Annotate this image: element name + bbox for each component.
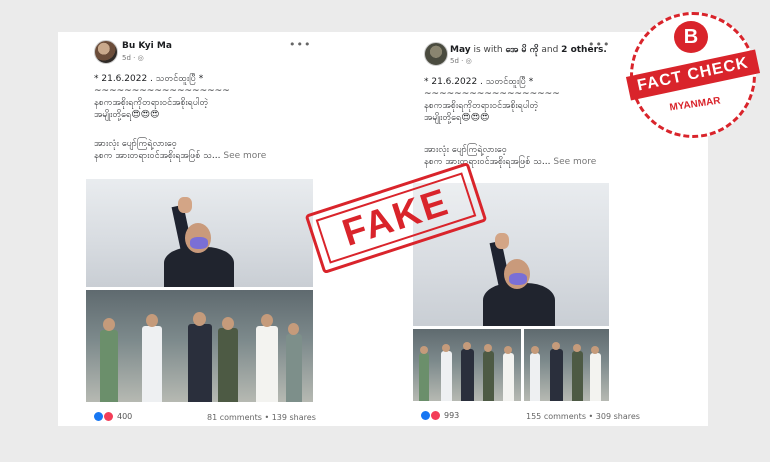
post-text-line: ~~~~~~~~~~~~~~~~~~ bbox=[94, 86, 230, 96]
post-text-line: အားလုံး ပျော်ကြရဲ့လားဝေ့ bbox=[424, 145, 507, 155]
post-text-line: နစက အားတရားဝင်အစိုးရအဖြစ် သ... See more bbox=[424, 157, 597, 167]
post-time[interactable]: 5d · ◎ bbox=[450, 57, 472, 65]
post-photo-group-right[interactable] bbox=[524, 329, 609, 401]
facebook-post-1: Bu Kyi Ma 5d · ◎ ••• * 21.6.2022 . သတင်ထ… bbox=[86, 36, 318, 426]
post-text-line: * 21.6.2022 . သတင်ထူးပြီ * bbox=[94, 74, 204, 84]
post-photo-group[interactable] bbox=[86, 290, 313, 402]
post-text-line: နစကအစိုးရကိုတရားဝင်အစိုးရပါတဲ့ bbox=[424, 101, 539, 111]
post-text-line: နစကအစိုးရကိုတရားဝင်အစိုးရပါတဲ့ bbox=[94, 98, 209, 108]
post-photo-waving[interactable] bbox=[86, 179, 313, 287]
comments-shares[interactable]: 155 comments • 309 shares bbox=[526, 412, 640, 421]
like-icon bbox=[421, 411, 430, 420]
avatar[interactable] bbox=[424, 42, 448, 66]
globe-icon: ◎ bbox=[137, 54, 144, 62]
avatar[interactable] bbox=[94, 40, 118, 64]
see-more-link[interactable]: See more bbox=[553, 157, 596, 167]
reaction-summary[interactable]: 993 bbox=[421, 411, 459, 420]
post-photo-group-left[interactable] bbox=[413, 329, 521, 401]
like-icon bbox=[94, 412, 103, 421]
love-icon bbox=[104, 412, 113, 421]
post-text-line: * 21.6.2022 . သတင်ထူးပြီ * bbox=[424, 77, 534, 87]
post-text-line: အမျိုးတို့ရေ😍😍😍 bbox=[94, 110, 160, 120]
post-text-line: အမျိုးတို့ရေ😍😍😍 bbox=[424, 113, 490, 123]
fact-check-badge: B FACT CHECK MYANMAR bbox=[625, 12, 761, 138]
brand-logo-icon: B bbox=[674, 21, 708, 53]
post-time[interactable]: 5d · ◎ bbox=[122, 54, 144, 62]
more-options-icon[interactable]: ••• bbox=[588, 38, 610, 51]
see-more-link[interactable]: See more bbox=[223, 151, 266, 161]
fact-check-ribbon: FACT CHECK bbox=[625, 49, 761, 101]
post-text-line: နစက အားတရားဝင်အစိုးရအဖြစ် သ... See more bbox=[94, 151, 267, 161]
comments-shares[interactable]: 81 comments • 139 shares bbox=[207, 413, 316, 422]
author-name[interactable]: May is with အေ မိ ကို and 2 others. bbox=[450, 44, 607, 57]
reaction-summary[interactable]: 400 bbox=[94, 412, 132, 421]
author-name[interactable]: Bu Kyi Ma bbox=[122, 41, 172, 51]
love-icon bbox=[431, 411, 440, 420]
post-text-line: ~~~~~~~~~~~~~~~~~~ bbox=[424, 89, 560, 99]
post-text-line: အားလုံး ပျော်ကြရဲ့လားဝေ့ bbox=[94, 139, 177, 149]
globe-icon: ◎ bbox=[465, 57, 472, 65]
badge-region-label: MYANMAR bbox=[668, 95, 722, 114]
more-options-icon[interactable]: ••• bbox=[289, 38, 311, 51]
